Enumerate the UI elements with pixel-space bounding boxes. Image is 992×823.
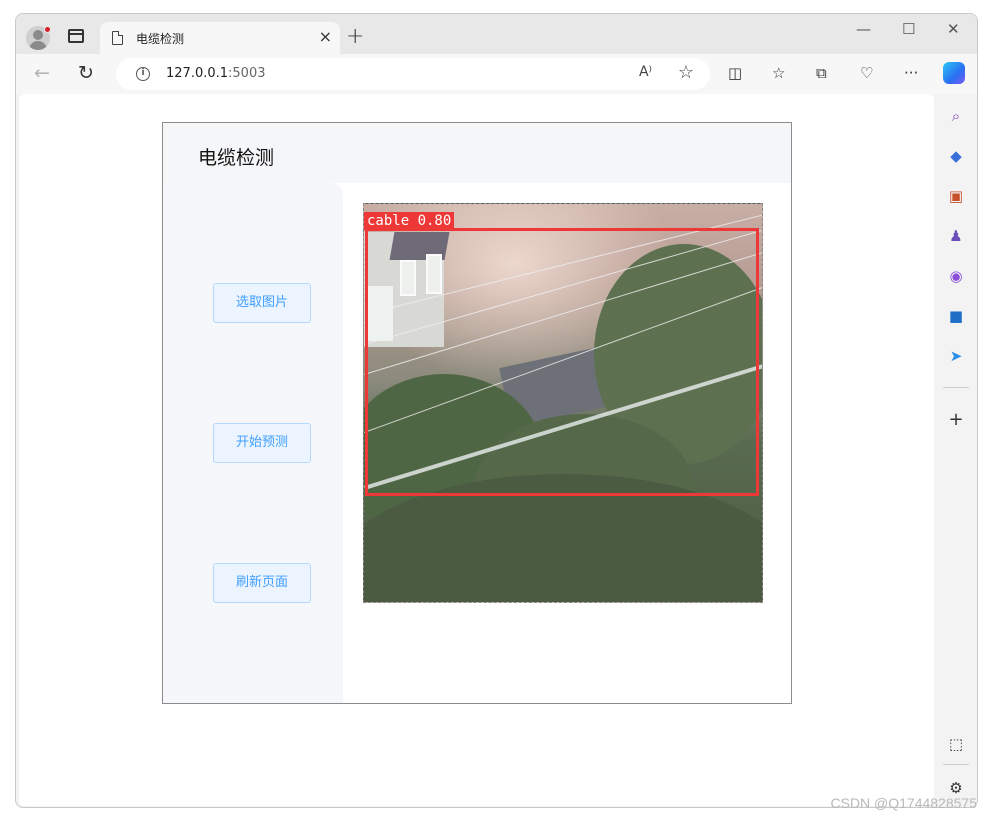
edge-sidebar: ⌕ ◆ ▣ ♟ ◉ ■ ➤ + ⬚ ⚙: [935, 94, 977, 807]
read-aloud-icon[interactable]: A⁾: [639, 64, 652, 80]
search-icon[interactable]: ⌕: [946, 106, 966, 126]
favorites-icon[interactable]: ☆: [772, 64, 785, 82]
tab-active[interactable]: 电缆检测 ×: [100, 22, 340, 54]
browser-essentials-icon[interactable]: ♡: [860, 64, 873, 82]
url-text[interactable]: 127.0.0.1:5003: [166, 66, 266, 81]
tab-actions-icon[interactable]: [68, 29, 84, 43]
detection-label: cable 0.80: [364, 212, 455, 230]
tab-bar: 电缆检测 × + — ☐ ✕: [16, 14, 977, 54]
back-icon[interactable]: ←: [34, 62, 50, 84]
outlook-icon[interactable]: ■: [946, 306, 966, 326]
page-title: 电缆检测: [198, 147, 275, 169]
app-header: 电缆检测: [163, 123, 791, 183]
site-info-icon[interactable]: i: [136, 67, 150, 81]
page-icon: [112, 31, 123, 45]
close-window-button[interactable]: ✕: [947, 20, 960, 38]
add-favorite-icon[interactable]: ☆: [678, 62, 694, 83]
profile-notification-dot: [44, 26, 51, 33]
cable-bounding-box: [365, 228, 759, 496]
sidebar-divider-bottom: [943, 764, 969, 765]
tab-title: 电缆检测: [136, 32, 185, 46]
more-icon[interactable]: ···: [904, 64, 918, 82]
collections-icon[interactable]: ⧉: [816, 64, 827, 82]
drop-icon[interactable]: ➤: [946, 346, 966, 366]
minimize-button[interactable]: —: [856, 20, 871, 38]
maximize-button[interactable]: ☐: [902, 20, 915, 38]
close-tab-icon[interactable]: ×: [319, 27, 332, 46]
select-image-button[interactable]: 选取图片: [213, 283, 311, 323]
games-icon[interactable]: ♟: [946, 226, 966, 246]
start-predict-button[interactable]: 开始预测: [213, 423, 311, 463]
detection-result-image: cable 0.80: [363, 203, 763, 603]
new-tab-button[interactable]: +: [346, 24, 364, 49]
refresh-page-button[interactable]: 刷新页面: [213, 563, 311, 603]
copilot-icon[interactable]: [943, 62, 965, 84]
address-toolbar: ← ↻ i 127.0.0.1:5003 A⁾ ☆ ◫ ☆ ⧉ ♡ ···: [16, 54, 977, 94]
refresh-icon[interactable]: ↻: [78, 62, 94, 84]
sidebar-divider: [943, 387, 969, 388]
split-screen-icon[interactable]: ◫: [728, 64, 742, 82]
address-bar[interactable]: i 127.0.0.1:5003 A⁾ ☆: [116, 58, 710, 90]
cable-detection-app: 电缆检测 选取图片 开始预测 刷新页面 cable 0.80: [162, 122, 792, 704]
microsoft365-icon[interactable]: ◉: [946, 266, 966, 286]
control-panel: 选取图片 开始预测 刷新页面: [163, 183, 343, 703]
watermark: CSDN @Q1744828575: [830, 795, 977, 811]
screenshot-icon[interactable]: ⬚: [946, 734, 966, 754]
tools-icon[interactable]: ▣: [946, 186, 966, 206]
shopping-icon[interactable]: ◆: [946, 146, 966, 166]
add-icon[interactable]: +: [946, 410, 966, 430]
